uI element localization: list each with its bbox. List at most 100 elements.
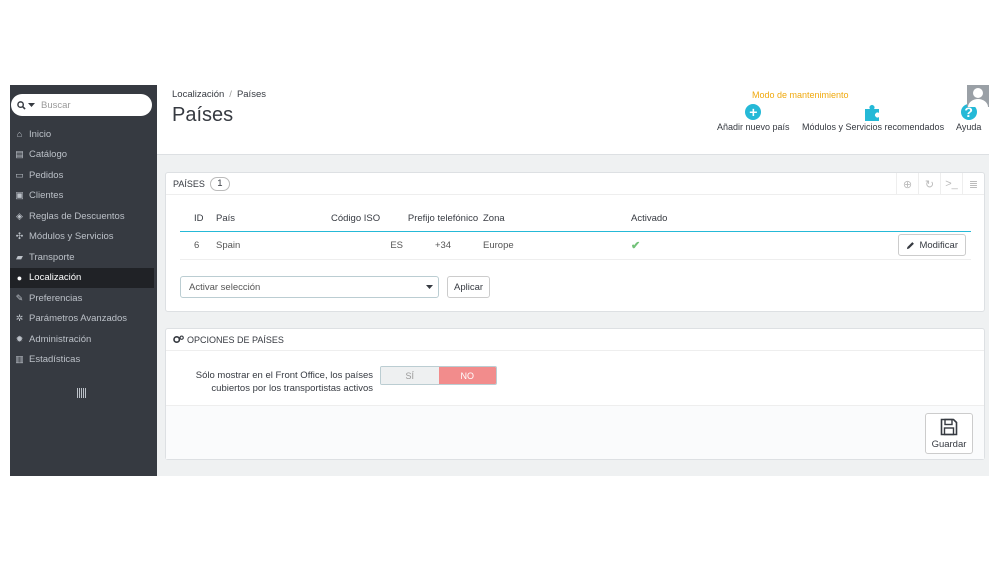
sidebar-item-inicio[interactable]: ⌂ Inicio xyxy=(10,124,157,145)
switch-yes[interactable]: SÍ xyxy=(381,367,439,384)
column-header-actions xyxy=(691,206,971,232)
caret-down-icon xyxy=(426,284,433,289)
column-header-zona[interactable]: Zona xyxy=(483,206,631,232)
breadcrumb-item[interactable]: Localización xyxy=(172,89,224,100)
sidebar-item-label: Reglas de Descuentos xyxy=(29,210,125,222)
countries-panel-heading: Países 1 ⊕ ↻ >_ ≣ xyxy=(166,173,984,195)
column-header-id[interactable]: ID xyxy=(180,206,216,232)
sidebar-item-label: Transporte xyxy=(29,251,75,263)
table-row[interactable]: 6 Spain ES +34 Europe ✔ Modificar xyxy=(180,231,971,260)
cell-prefijo: +34 xyxy=(403,231,483,260)
breadcrumb-separator: / xyxy=(229,89,232,100)
floppy-disk-icon xyxy=(940,418,958,435)
sidebar-item-label: Parámetros Avanzados xyxy=(29,313,128,325)
sidebar-item-label: Estadísticas xyxy=(29,354,81,366)
plus-circle-icon: + xyxy=(745,103,762,120)
recommended-modules-label: Módulos y Servicios recomendados xyxy=(802,122,945,132)
panel-title: Opciones de países xyxy=(187,334,284,345)
edit-button-label: Modificar xyxy=(919,239,958,251)
wrench-icon: ✎ xyxy=(15,292,24,303)
column-header-prefijo[interactable]: Prefijo telefónico xyxy=(403,206,483,232)
switch-no[interactable]: NO xyxy=(438,367,496,384)
add-country-button[interactable]: + Añadir nuevo país xyxy=(717,101,790,132)
search-dropdown-toggle[interactable] xyxy=(11,94,41,116)
sidebar-item-label: Inicio xyxy=(29,128,52,140)
save-button-label: Guardar xyxy=(931,438,967,450)
page-header: Localización / Países Países Modo de mante… xyxy=(157,85,989,155)
cell-zona: Europe xyxy=(483,231,631,260)
options-panel: Opciones de países Sólo mostrar en el Fr… xyxy=(165,328,985,460)
user-icon xyxy=(968,88,988,107)
sidebar-item-parametros[interactable]: ✲ Parámetros Avanzados xyxy=(10,309,157,330)
countries-restriction-switch[interactable]: SÍ NO xyxy=(380,366,497,385)
cell-iso: ES xyxy=(331,231,403,260)
sidebar: ⌂ Inicio ▤ Catálogo ▭ Pedidos ▣ Clientes ◈ Re… xyxy=(10,85,157,476)
option-label: Sólo mostrar en el Front Office, los paí… xyxy=(195,370,373,394)
column-header-iso[interactable]: Código ISO xyxy=(331,206,403,232)
collapse-menu-icon[interactable] xyxy=(77,388,86,398)
sidebar-item-label: Pedidos xyxy=(29,169,64,181)
app-window: ⌂ Inicio ▤ Catálogo ▭ Pedidos ▣ Clientes ◈ Re… xyxy=(10,85,989,476)
sidebar-item-estadisticas[interactable]: ▥ Estadísticas xyxy=(10,350,157,371)
column-header-activado[interactable]: Activado xyxy=(631,206,691,232)
sidebar-item-label: Administración xyxy=(29,333,92,345)
sidebar-item-preferencias[interactable]: ✎ Preferencias xyxy=(10,288,157,309)
panel-title: Países xyxy=(173,178,205,189)
refresh-icon[interactable]: ↻ xyxy=(918,173,940,195)
countries-panel: Países 1 ⊕ ↻ >_ ≣ ID País Código ISO Pre… xyxy=(165,172,985,312)
search-bar xyxy=(11,94,152,116)
edit-button[interactable]: Modificar xyxy=(898,234,966,256)
bulk-action-value: Activar selección xyxy=(189,281,261,293)
sidebar-item-catalogo[interactable]: ▤ Catálogo xyxy=(10,145,157,166)
apply-button[interactable]: Aplicar xyxy=(447,276,491,298)
sql-query-icon[interactable]: >_ xyxy=(940,173,962,195)
page-title: Países xyxy=(172,104,234,126)
sidebar-item-descuentos[interactable]: ◈ Reglas de Descuentos xyxy=(10,206,157,227)
sidebar-item-label: Localización xyxy=(29,272,82,284)
database-icon[interactable]: ≣ xyxy=(962,173,984,195)
panel-footer: Guardar xyxy=(166,405,984,459)
table-header-row: ID País Código ISO Prefijo telefónico Zo… xyxy=(180,206,971,232)
book-icon: ▤ xyxy=(15,149,24,160)
add-country-label: Añadir nuevo país xyxy=(717,122,790,132)
help-label: Ayuda xyxy=(956,122,982,132)
cell-id: 6 xyxy=(180,231,216,260)
tags-icon: ◈ xyxy=(16,210,23,221)
sidebar-item-pedidos[interactable]: ▭ Pedidos xyxy=(10,165,157,186)
sidebar-item-administracion[interactable]: ✹ Administración xyxy=(10,329,157,350)
sidebar-item-label: Preferencias xyxy=(29,292,83,304)
sidebar-item-label: Módulos y Servicios xyxy=(29,231,114,243)
main-menu: ⌂ Inicio ▤ Catálogo ▭ Pedidos ▣ Clientes ◈ Re… xyxy=(10,124,157,370)
pencil-icon xyxy=(907,241,915,249)
avatar[interactable] xyxy=(967,85,989,107)
sidebar-item-clientes[interactable]: ▣ Clientes xyxy=(10,186,157,207)
save-button[interactable]: Guardar xyxy=(925,413,973,454)
check-icon[interactable]: ✔ xyxy=(631,240,640,252)
users-icon: ▣ xyxy=(15,190,24,201)
credit-card-icon: ▭ xyxy=(15,169,24,180)
sidebar-item-label: Catálogo xyxy=(29,149,68,161)
sidebar-item-modulos[interactable]: ✣ Módulos y Servicios xyxy=(10,227,157,248)
globe-icon: ● xyxy=(16,272,23,283)
options-panel-heading: Opciones de países xyxy=(166,329,984,351)
cell-pais: Spain xyxy=(216,231,331,260)
sidebar-item-label: Clientes xyxy=(29,190,64,202)
breadcrumb: Localización / Países xyxy=(172,89,266,100)
sidebar-item-transporte[interactable]: ▰ Transporte xyxy=(10,247,157,268)
count-badge: 1 xyxy=(209,176,230,191)
cell-activado: ✔ xyxy=(631,231,691,260)
column-header-pais[interactable]: País xyxy=(216,206,331,232)
search-input[interactable] xyxy=(41,96,141,114)
bar-chart-icon: ▥ xyxy=(15,354,24,365)
cogs-icon xyxy=(173,335,184,344)
maintenance-mode-link[interactable]: Modo de mantenimiento xyxy=(752,90,849,100)
cogs-icon: ✲ xyxy=(15,313,24,324)
gear-icon: ✹ xyxy=(15,333,24,344)
home-icon: ⌂ xyxy=(16,129,23,140)
add-icon[interactable]: ⊕ xyxy=(896,173,918,195)
bulk-action-select[interactable]: Activar selección xyxy=(180,276,439,298)
recommended-modules-button[interactable]: Módulos y Servicios recomendados xyxy=(802,101,944,132)
puzzle-icon xyxy=(865,104,880,121)
caret-down-icon xyxy=(28,102,35,107)
sidebar-item-localizacion[interactable]: ● Localización xyxy=(10,267,157,288)
